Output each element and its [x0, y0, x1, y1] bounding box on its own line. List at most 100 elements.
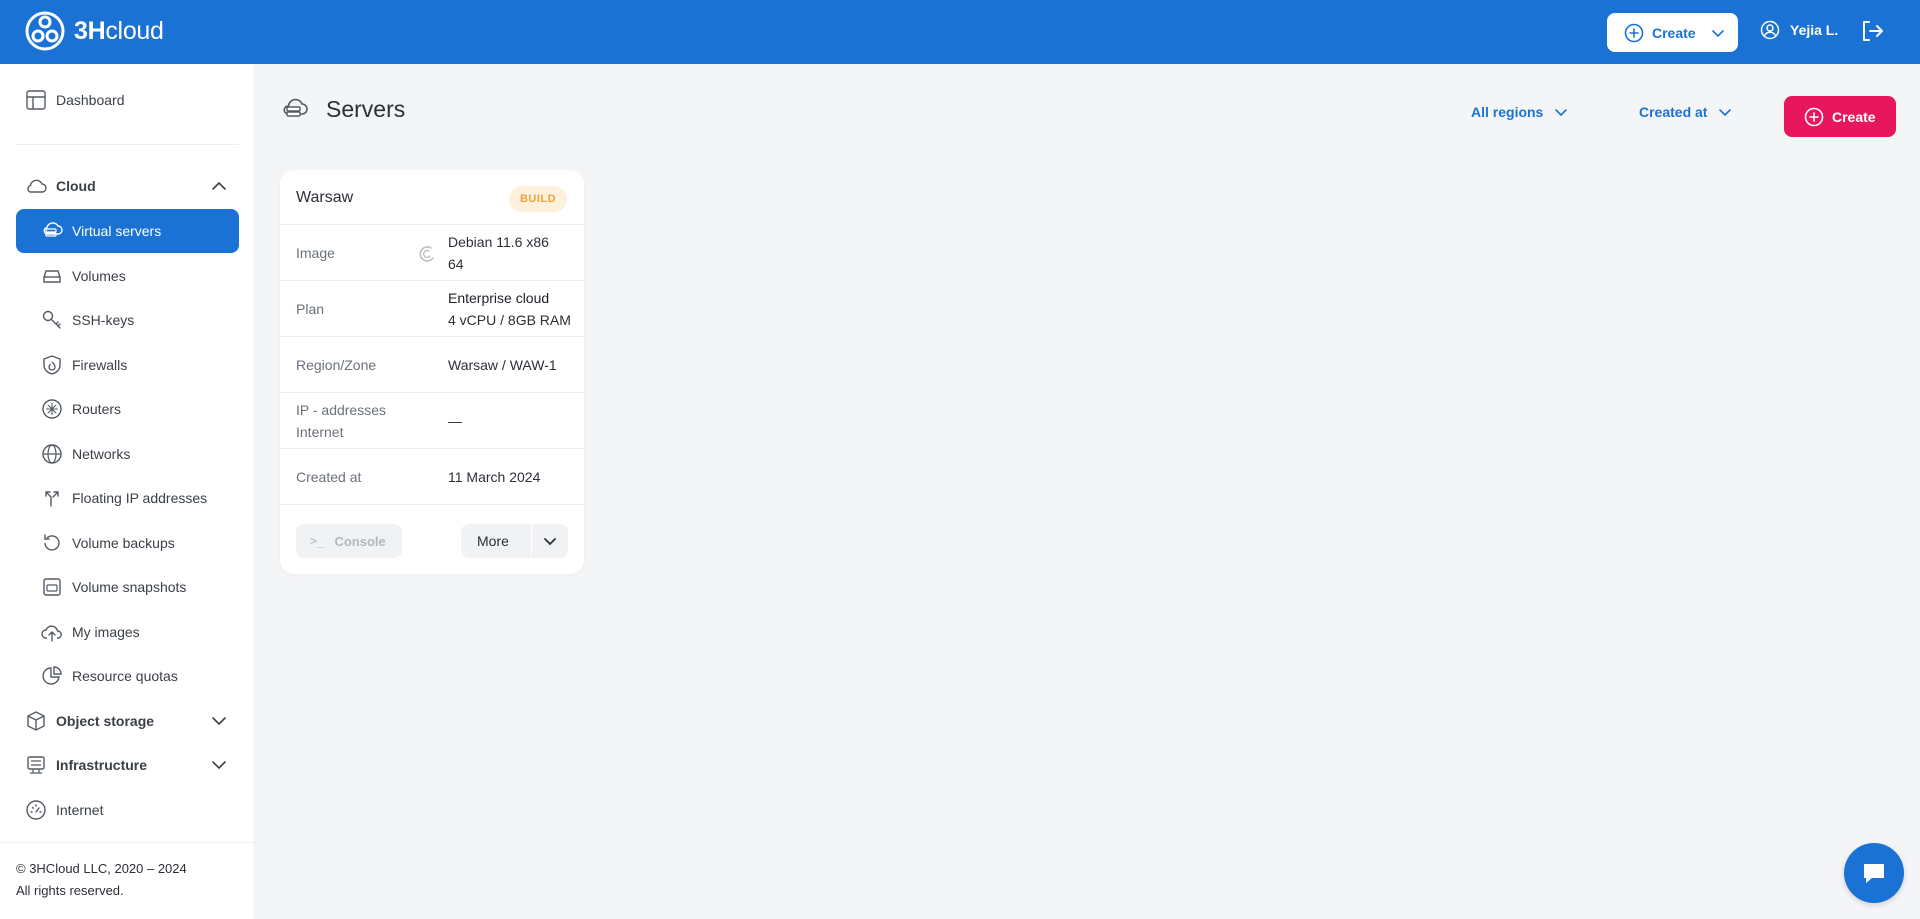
sidebar-group-infrastructure[interactable]: Infrastructure [16, 743, 239, 787]
sidebar-item-firewalls[interactable]: Firewalls [16, 343, 239, 387]
created-value: 11 March 2024 [448, 469, 541, 485]
sidebar-item-volume-backups[interactable]: Volume backups [16, 521, 239, 565]
chevron-down-icon [212, 717, 226, 726]
region-filter[interactable]: All regions [1471, 104, 1569, 120]
plus-circle-icon [1804, 107, 1824, 126]
sidebar-item-my-images[interactable]: My images [16, 610, 239, 654]
floating-ip-icon [40, 486, 64, 510]
page-title: Servers [326, 95, 406, 122]
sidebar-item-label: Volume backups [72, 535, 175, 551]
terminal-icon: >_ [310, 534, 325, 548]
sidebar-item-label: Internet [56, 802, 104, 818]
chat-icon [1864, 864, 1884, 883]
sidebar-item-label: Infrastructure [56, 757, 148, 773]
sidebar-item-resource-quotas[interactable]: Resource quotas [16, 654, 239, 698]
image-value: Debian 11.6 x86 64 [448, 234, 549, 272]
user-icon [1760, 20, 1780, 40]
user-menu[interactable]: Yejia L. [1760, 20, 1838, 40]
status-badge: BUILD [509, 186, 567, 212]
servers-icon [283, 98, 308, 117]
sidebar-item-label: Cloud [56, 178, 96, 194]
region-label: Region/Zone [296, 357, 377, 373]
sidebar-divider [0, 842, 255, 843]
card-divider [280, 504, 584, 505]
server-card[interactable]: Warsaw BUILD Image Debian 11.6 x86 64 Pl… [280, 170, 584, 574]
image-label: Image [296, 245, 335, 261]
upload-icon [40, 620, 64, 644]
plan-label: Plan [296, 301, 325, 317]
firewall-icon [40, 353, 64, 377]
sidebar-item-ssh-keys[interactable]: SSH-keys [16, 298, 239, 342]
more-button[interactable]: More [461, 524, 568, 558]
box-icon [24, 709, 48, 733]
card-row-ip: IP - addresses Internet — [280, 392, 584, 448]
support-chat-button[interactable] [1844, 843, 1904, 903]
created-label: Created at [296, 469, 362, 485]
create-server-button[interactable]: Create [1784, 96, 1896, 137]
plan-value: Enterprise cloud 4 vCPU / 8GB RAM [448, 290, 571, 328]
sidebar-item-internet[interactable]: Internet [16, 788, 239, 832]
more-label: More [477, 533, 509, 549]
chevron-down-icon [212, 761, 226, 770]
create-server-label: Create [1832, 108, 1876, 125]
logout-icon[interactable] [1859, 18, 1885, 44]
router-icon [40, 397, 64, 421]
header-create-button[interactable]: Create [1607, 13, 1738, 52]
sidebar-item-label: Firewalls [72, 357, 128, 373]
sidebar-item-label: Dashboard [56, 92, 125, 108]
plus-circle-icon [1624, 23, 1644, 42]
sidebar-item-networks[interactable]: Networks [16, 432, 239, 476]
sidebar-item-routers[interactable]: Routers [16, 387, 239, 431]
ip-label: IP - addresses Internet [296, 402, 387, 440]
speedometer-icon [24, 798, 48, 822]
sidebar-item-floating-ip[interactable]: Floating IP addresses [16, 476, 239, 520]
card-row-plan: Plan Enterprise cloud 4 vCPU / 8GB RAM [280, 280, 584, 336]
sidebar: Dashboard Cloud Virtual servers Volumes … [0, 64, 255, 919]
infrastructure-icon [24, 753, 48, 777]
sidebar-item-label: Object storage [56, 713, 155, 729]
logo-icon [25, 11, 65, 51]
sidebar-item-label: Virtual servers [72, 223, 162, 239]
card-row-created: Created at 11 March 2024 [280, 448, 584, 504]
region-value: Warsaw / WAW-1 [448, 357, 557, 373]
sidebar-item-label: Floating IP addresses [72, 490, 208, 506]
sidebar-item-label: Volumes [72, 268, 126, 284]
sidebar-item-volume-snapshots[interactable]: Volume snapshots [16, 565, 239, 609]
more-dropdown-toggle[interactable] [532, 533, 568, 549]
chevron-up-icon [212, 181, 226, 190]
sidebar-item-label: Resource quotas [72, 668, 178, 684]
cloud-icon [24, 174, 48, 198]
sidebar-item-volumes[interactable]: Volumes [16, 254, 239, 298]
sidebar-group-object-storage[interactable]: Object storage [16, 699, 239, 743]
backup-icon [40, 531, 64, 555]
servers-icon [40, 219, 64, 243]
logo-text: 3Hcloud [74, 16, 164, 45]
logo[interactable]: 3Hcloud [24, 10, 164, 52]
region-filter-label: All regions [1471, 104, 1544, 120]
sidebar-item-label: Volume snapshots [72, 579, 187, 595]
card-row-region: Region/Zone Warsaw / WAW-1 [280, 336, 584, 392]
sidebar-item-dashboard[interactable]: Dashboard [16, 78, 239, 122]
sort-filter[interactable]: Created at [1639, 104, 1733, 120]
server-name: Warsaw [296, 189, 354, 206]
chevron-down-icon [1719, 109, 1732, 117]
sidebar-group-cloud[interactable]: Cloud [16, 164, 239, 208]
chevron-down-icon [1711, 29, 1724, 37]
sidebar-item-virtual-servers[interactable]: Virtual servers [16, 209, 239, 253]
console-button[interactable]: >_ Console [296, 524, 402, 558]
chevron-down-icon [544, 538, 556, 546]
sidebar-item-label: My images [72, 624, 140, 640]
chevron-down-icon [1555, 109, 1568, 117]
header-create-label: Create [1652, 24, 1696, 41]
ip-value: — [448, 413, 462, 429]
sidebar-divider [16, 144, 239, 145]
debian-icon [419, 246, 434, 262]
key-icon [40, 308, 64, 332]
console-label: Console [334, 533, 386, 549]
volume-icon [40, 264, 64, 288]
pie-icon [40, 664, 64, 688]
card-row-image: Image Debian 11.6 x86 64 [280, 224, 584, 280]
top-header: 3Hcloud Create Yejia L. [0, 0, 1920, 64]
sidebar-item-label: Routers [72, 401, 122, 417]
page-title-wrap: Servers [280, 94, 405, 124]
